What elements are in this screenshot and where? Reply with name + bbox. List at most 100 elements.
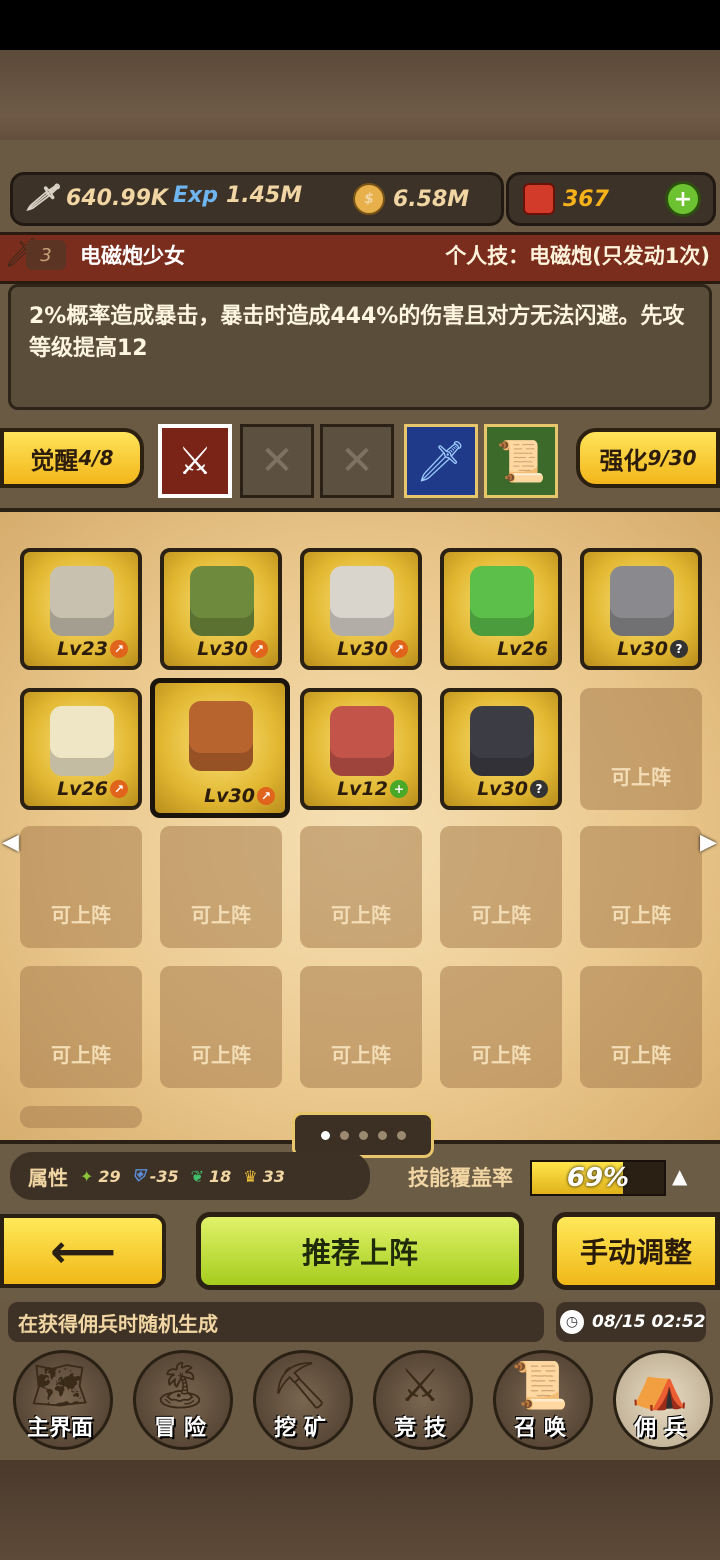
clock-display: ◷ 08/15 02:52 bbox=[556, 1302, 706, 1342]
nav-arena-label: 竞 技 bbox=[394, 1416, 446, 1441]
empty-x-icon: ✕ bbox=[260, 438, 294, 484]
hero-portrait bbox=[190, 566, 254, 636]
hero-card[interactable]: Lv30? bbox=[440, 688, 562, 810]
page-right-icon[interactable]: ▶ bbox=[700, 830, 717, 855]
nav-adventure[interactable]: 🏝 冒 险 bbox=[123, 1344, 237, 1450]
hero-card[interactable]: Lv30? bbox=[580, 548, 702, 670]
hero-level-text: Lv30 bbox=[197, 638, 248, 660]
status-bar bbox=[0, 0, 720, 50]
wing-attr: ❦ 18 bbox=[191, 1167, 232, 1186]
empty-formation-slot[interactable]: 可上阵 bbox=[580, 826, 702, 948]
empty-formation-slot[interactable]: 可上阵 bbox=[300, 826, 422, 948]
expand-up-icon[interactable]: ▲ bbox=[672, 1164, 687, 1188]
hero-card[interactable]: Lv30 ↗ bbox=[160, 548, 282, 670]
page-dot[interactable] bbox=[396, 1130, 406, 1140]
coverage-label: 技能覆盖率 bbox=[408, 1166, 513, 1190]
shield-attr: ⛨ -35 bbox=[133, 1166, 179, 1186]
coverage-value: 69% bbox=[566, 1163, 630, 1193]
empty-slot-label: 可上阵 bbox=[611, 903, 671, 927]
hero-level-text: Lv12 bbox=[337, 778, 388, 800]
recommend-button[interactable]: 推荐上阵 bbox=[196, 1212, 524, 1290]
empty-formation-slot[interactable]: 可上阵 bbox=[440, 966, 562, 1088]
exp-value: 1.45M bbox=[225, 183, 303, 208]
empty-formation-slot[interactable]: 可上阵 bbox=[20, 966, 142, 1088]
nav-summon-label: 召 唤 bbox=[514, 1416, 566, 1441]
nav-mercenary[interactable]: ⛺ 佣 兵 bbox=[603, 1344, 717, 1450]
empty-slot-label: 可上阵 bbox=[191, 903, 251, 927]
empty-formation-slot[interactable]: 可上阵 bbox=[300, 966, 422, 1088]
hero-card[interactable]: Lv12 + bbox=[300, 688, 422, 810]
attack-value: 640.99K bbox=[66, 185, 168, 211]
empty-slot-label: 可上阵 bbox=[51, 903, 111, 927]
empty-formation-slot[interactable]: 可上阵 bbox=[160, 826, 282, 948]
gold-resource: $ 6.58M bbox=[353, 183, 469, 215]
scroll-slot[interactable]: 📜 bbox=[484, 424, 558, 498]
awaken-value: 4/8 bbox=[78, 446, 114, 470]
back-button[interactable]: ⟵ bbox=[0, 1214, 166, 1288]
hero-portrait bbox=[330, 566, 394, 636]
wing-value: 18 bbox=[209, 1166, 232, 1186]
empty-formation-slot[interactable]: 可上阵 bbox=[20, 826, 142, 948]
nav-main[interactable]: 🗺 主界面 bbox=[3, 1344, 117, 1450]
exp-resource: Exp 1.45M bbox=[173, 183, 302, 208]
hero-badge-icon: ↗ bbox=[110, 780, 128, 798]
nav-mercenary-label: 佣 兵 bbox=[634, 1416, 686, 1441]
attribute-summary: 属性 ✦ 29 ⛨ -35 ❦ 18 ♛ 33 bbox=[10, 1152, 370, 1200]
summon-scroll-icon: 📜 bbox=[511, 1358, 569, 1412]
crown-value: 33 bbox=[262, 1166, 285, 1186]
blue-sword-slot[interactable]: 🗡 bbox=[404, 424, 478, 498]
awaken-button[interactable]: 觉醒 4/8 bbox=[0, 428, 144, 488]
empty-slot-label: 可上阵 bbox=[471, 903, 531, 927]
page-dot[interactable] bbox=[377, 1130, 387, 1140]
empty-slot-label: 可上阵 bbox=[331, 1043, 391, 1067]
hero-level: Lv30 ↗ bbox=[204, 785, 275, 807]
empty-formation-slot[interactable] bbox=[20, 1106, 142, 1128]
hero-level-text: Lv26 bbox=[497, 638, 548, 660]
hero-level-text: Lv30 bbox=[477, 778, 528, 800]
hero-portrait bbox=[330, 706, 394, 776]
crown-icon: ♛ bbox=[243, 1166, 258, 1186]
empty-x-icon: ✕ bbox=[340, 438, 374, 484]
empty-slot-label: 可上阵 bbox=[471, 1043, 531, 1067]
hero-level: Lv30 ↗ bbox=[337, 638, 408, 660]
add-gem-button[interactable]: + bbox=[665, 181, 701, 217]
page-dot[interactable] bbox=[358, 1130, 368, 1140]
empty-formation-slot[interactable]: 可上阵 bbox=[580, 688, 702, 810]
hero-badge-icon: ↗ bbox=[110, 640, 128, 658]
empty-formation-slot[interactable]: 可上阵 bbox=[580, 966, 702, 1088]
hero-card[interactable]: Lv23 ↗ bbox=[20, 548, 142, 670]
manual-adjust-button[interactable]: 手动调整 bbox=[552, 1212, 720, 1290]
page-left-icon[interactable]: ◀ bbox=[2, 830, 19, 855]
nav-adventure-label: 冒 险 bbox=[154, 1416, 206, 1441]
coverage-bar: 69% bbox=[530, 1160, 666, 1196]
crossed-blades-slot[interactable]: ⚔ bbox=[158, 424, 232, 498]
hero-card[interactable]: Lv30 ↗ bbox=[300, 548, 422, 670]
hero-portrait bbox=[470, 566, 534, 636]
crown-attr: ♛ 33 bbox=[243, 1167, 285, 1186]
hero-card[interactable]: Lv26 ↗ bbox=[20, 688, 142, 810]
nav-mining[interactable]: ⛏ 挖 矿 bbox=[243, 1344, 357, 1450]
enhance-button[interactable]: 强化 9/30 bbox=[576, 428, 720, 488]
pickaxe-icon: ⛏ bbox=[270, 1358, 330, 1412]
empty-formation-slot[interactable]: 可上阵 bbox=[440, 826, 562, 948]
nav-summon[interactable]: 📜 召 唤 bbox=[483, 1344, 597, 1450]
hero-card[interactable]: Lv30 ↗ bbox=[150, 678, 290, 818]
hero-level-text: Lv30 bbox=[617, 638, 668, 660]
gem-resource: 367 bbox=[523, 183, 609, 215]
hero-badge-icon: ? bbox=[670, 640, 688, 658]
map-scroll-icon: 🗺 bbox=[30, 1358, 90, 1412]
hero-card[interactable]: Lv26 bbox=[440, 548, 562, 670]
ruby-icon bbox=[523, 183, 555, 215]
empty-equip-slot-2[interactable]: ✕ bbox=[320, 424, 394, 498]
attribute-label: 属性 bbox=[28, 1165, 68, 1190]
empty-formation-slot[interactable]: 可上阵 bbox=[160, 966, 282, 1088]
empty-equip-slot-1[interactable]: ✕ bbox=[240, 424, 314, 498]
hero-portrait bbox=[610, 566, 674, 636]
page-dot[interactable] bbox=[339, 1130, 349, 1140]
page-dot[interactable] bbox=[320, 1130, 330, 1140]
nav-arena[interactable]: ⚔ 竞 技 bbox=[363, 1344, 477, 1450]
gold-coin-icon: $ bbox=[353, 183, 385, 215]
hero-level: Lv30? bbox=[617, 638, 688, 660]
nav-main-label: 主界面 bbox=[26, 1416, 93, 1441]
hero-level: Lv26 bbox=[497, 638, 548, 660]
